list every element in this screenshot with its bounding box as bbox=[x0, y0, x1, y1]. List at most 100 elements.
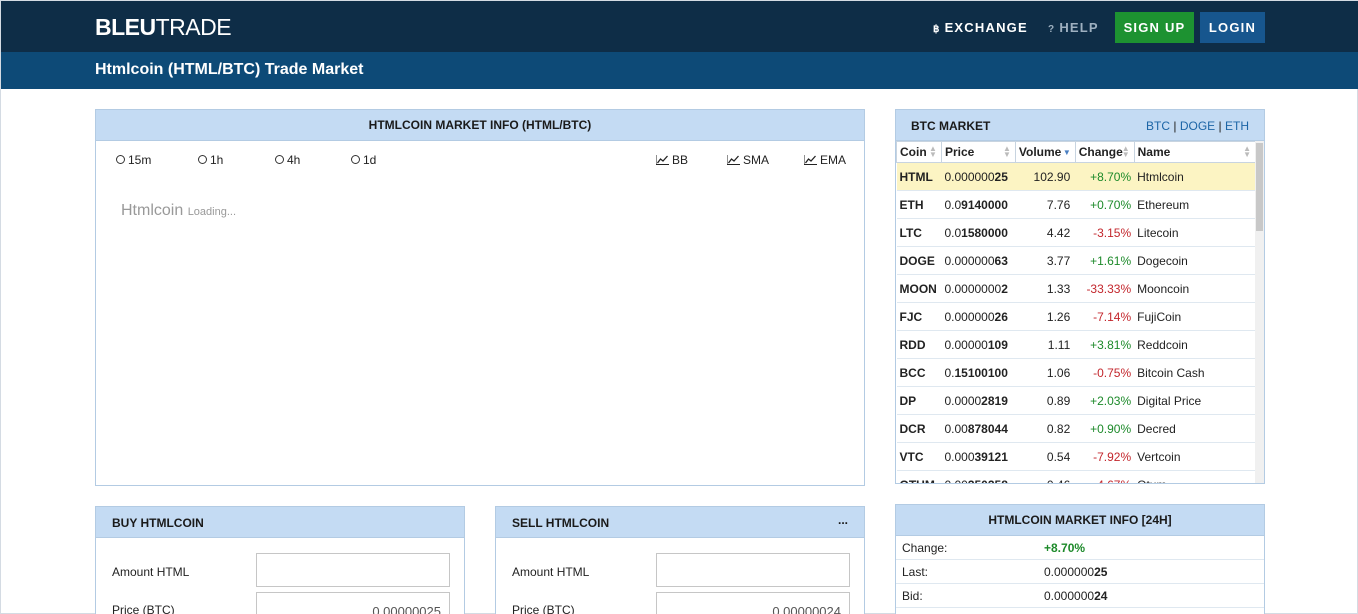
column-volume[interactable]: Volume ▼ bbox=[1014, 141, 1076, 163]
coin-change: -33.33% bbox=[1075, 274, 1135, 303]
market-row[interactable]: DP 0.00002819 0.89 +2.03% Digital Price bbox=[896, 386, 1256, 415]
coin-volume: 1.06 bbox=[1015, 358, 1076, 387]
coin-volume: 0.54 bbox=[1015, 442, 1076, 471]
market-row[interactable]: RDD 0.00000109 1.11 +3.81% Reddcoin bbox=[896, 330, 1256, 359]
coin-change: +1.61% bbox=[1075, 246, 1135, 275]
column-change[interactable]: Change ▲ ▼ bbox=[1074, 141, 1135, 163]
market-table: Coin ▲ ▼ Price ▲ ▼ Volume ▼ Change ▲ ▼ Name ▲ ▼ H… bbox=[896, 141, 1257, 483]
timeframe-15m[interactable]: 15m bbox=[116, 153, 151, 167]
more-options-button[interactable]: ... bbox=[838, 513, 848, 527]
nav-help[interactable]: ? HELP bbox=[1048, 20, 1099, 35]
change-label: Change: bbox=[902, 541, 948, 555]
coin-change: -3.15% bbox=[1075, 218, 1135, 247]
question-icon: ? bbox=[1048, 24, 1056, 35]
market-row[interactable]: DOGE 0.00000063 3.77 +1.61% Dogecoin bbox=[896, 246, 1256, 275]
timeframe-4h[interactable]: 4h bbox=[275, 153, 300, 167]
market-link-btc[interactable]: BTC bbox=[1146, 119, 1170, 133]
logo-light-text: TRADE bbox=[155, 14, 232, 40]
sell-price-input[interactable]: 0.00000024 bbox=[656, 592, 850, 614]
buy-amount-input[interactable] bbox=[256, 553, 450, 587]
coin-change: -4.67% bbox=[1075, 470, 1135, 483]
coin-symbol: VTC bbox=[896, 442, 942, 471]
sell-amount-label: Amount HTML bbox=[512, 565, 590, 579]
buy-price-input[interactable]: 0.00000025 bbox=[256, 592, 450, 614]
nav-exchange-label: EXCHANGE bbox=[944, 20, 1028, 35]
coin-volume: 7.76 bbox=[1015, 190, 1076, 219]
coin-symbol: MOON bbox=[896, 274, 942, 303]
market-row[interactable]: FJC 0.00000026 1.26 -7.14% FujiCoin bbox=[896, 302, 1256, 331]
line-chart-icon bbox=[726, 155, 740, 165]
market-row[interactable]: QTUM0.003502580.46-4.67%Qtum bbox=[896, 470, 1256, 483]
market-row[interactable]: VTC 0.00039121 0.54 -7.92% Vertcoin bbox=[896, 442, 1256, 471]
market-row[interactable]: MOON 0.00000002 1.33 -33.33% Mooncoin bbox=[896, 274, 1256, 303]
page-title: Htmlcoin (HTML/BTC) Trade Market bbox=[95, 61, 364, 78]
coin-symbol: RDD bbox=[896, 330, 942, 359]
coin-change: -0.75% bbox=[1075, 358, 1135, 387]
coin-name: Vertcoin bbox=[1134, 442, 1256, 471]
login-button[interactable]: LOGIN bbox=[1200, 12, 1265, 43]
bid-label: Bid: bbox=[902, 589, 923, 603]
sell-amount-input[interactable] bbox=[656, 553, 850, 587]
coin-symbol: HTML bbox=[896, 162, 942, 191]
coin-volume: 102.90 bbox=[1015, 162, 1076, 191]
coin-name: Digital Price bbox=[1134, 386, 1256, 415]
market-row[interactable]: ETH 0.09140000 7.76 +0.70% Ethereum bbox=[896, 190, 1256, 219]
coin-name: Decred bbox=[1134, 414, 1256, 443]
coin-change: +8.70% bbox=[1075, 162, 1135, 191]
nav-exchange[interactable]: ฿ EXCHANGE bbox=[933, 20, 1028, 35]
signup-button[interactable]: SIGN UP bbox=[1115, 12, 1194, 43]
chart-area[interactable]: Htmlcoin Loading... bbox=[121, 202, 236, 220]
chart-coin-name: Htmlcoin bbox=[121, 202, 184, 219]
coin-volume: 0.89 bbox=[1015, 386, 1076, 415]
nav-help-label: HELP bbox=[1059, 20, 1099, 35]
last-value: 0.00000025 bbox=[1044, 565, 1108, 579]
market-link-eth[interactable]: ETH bbox=[1225, 119, 1249, 133]
sell-panel: SELL HTMLCOIN... Amount HTML Price (BTC)… bbox=[495, 506, 865, 614]
coin-symbol: LTC bbox=[896, 218, 942, 247]
market-link-doge[interactable]: DOGE bbox=[1180, 119, 1215, 133]
timeframe-1h[interactable]: 1h bbox=[198, 153, 223, 167]
coin-symbol: DP bbox=[896, 386, 942, 415]
column-name[interactable]: Name ▲ ▼ bbox=[1133, 141, 1257, 163]
coin-volume: 1.26 bbox=[1015, 302, 1076, 331]
sell-panel-header: SELL HTMLCOIN... bbox=[496, 507, 864, 538]
chart-loading-text: Loading... bbox=[187, 206, 237, 218]
logo-bold-text: BLEU bbox=[95, 14, 156, 40]
line-chart-icon bbox=[655, 155, 669, 165]
market-scrollbar-thumb[interactable] bbox=[1256, 143, 1263, 231]
coin-price: 0.00000002 bbox=[941, 274, 1016, 303]
indicator-sma[interactable]: SMA bbox=[726, 153, 769, 167]
coin-name: Htmlcoin bbox=[1134, 162, 1256, 191]
market-row[interactable]: HTML 0.00000025 102.90 +8.70% Htmlcoin bbox=[896, 162, 1256, 191]
market-panel-header: BTC MARKET BTC | DOGE | ETH bbox=[896, 110, 1264, 141]
market-row[interactable]: DCR 0.00878044 0.82 +0.90% Decred bbox=[896, 414, 1256, 443]
market-row[interactable]: BCC 0.15100100 1.06 -0.75% Bitcoin Cash bbox=[896, 358, 1256, 387]
column-coin[interactable]: Coin ▲ ▼ bbox=[896, 141, 942, 163]
coin-price: 0.00000026 bbox=[941, 302, 1016, 331]
clock-icon bbox=[351, 155, 360, 164]
indicator-ema[interactable]: EMA bbox=[803, 153, 846, 167]
timeframe-1d[interactable]: 1d bbox=[351, 153, 376, 167]
coin-name: FujiCoin bbox=[1134, 302, 1256, 331]
bitcoin-icon: ฿ bbox=[933, 24, 941, 35]
coin-change: +2.03% bbox=[1075, 386, 1135, 415]
column-price[interactable]: Price ▲ ▼ bbox=[940, 141, 1016, 163]
coin-change: -7.92% bbox=[1075, 442, 1135, 471]
clock-icon bbox=[198, 155, 207, 164]
coin-name: Reddcoin bbox=[1134, 330, 1256, 359]
coin-volume: 1.11 bbox=[1015, 330, 1076, 359]
market-row[interactable]: LTC 0.01580000 4.42 -3.15% Litecoin bbox=[896, 218, 1256, 247]
coin-name: Bitcoin Cash bbox=[1134, 358, 1256, 387]
indicator-bb[interactable]: BB bbox=[655, 153, 688, 167]
coin-name: Mooncoin bbox=[1134, 274, 1256, 303]
coin-change: +3.81% bbox=[1075, 330, 1135, 359]
logo[interactable]: BLEUTRADE bbox=[95, 14, 232, 41]
coin-volume: 0.82 bbox=[1015, 414, 1076, 443]
coin-name: Litecoin bbox=[1134, 218, 1256, 247]
coin-price: 0.09140000 bbox=[941, 190, 1016, 219]
coin-price: 0.00350258 bbox=[941, 470, 1016, 483]
sort-icon: ▲ ▼ bbox=[1243, 144, 1251, 159]
coin-price: 0.01580000 bbox=[941, 218, 1016, 247]
coin-price: 0.00000025 bbox=[941, 162, 1016, 191]
info-panel-title: HTMLCOIN MARKET INFO [24H] bbox=[896, 505, 1264, 536]
